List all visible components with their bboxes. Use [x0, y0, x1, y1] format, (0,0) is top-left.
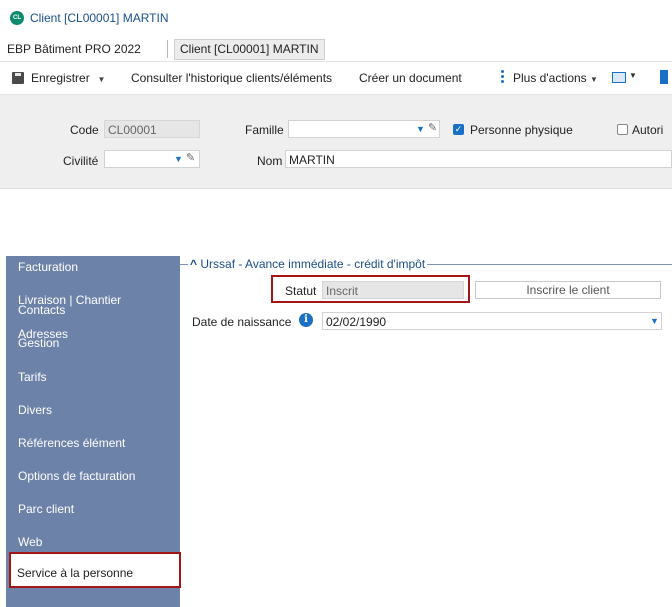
chevron-down-icon: ▼	[590, 75, 598, 84]
app-logo-icon: CL	[10, 11, 24, 25]
save-icon[interactable]	[12, 72, 24, 84]
sidebar-item-gestion[interactable]: Gestion	[18, 336, 59, 350]
nom-field[interactable]: MARTIN	[285, 150, 672, 168]
section-header[interactable]: ^ Urssaf - Avance immédiate - crédit d'i…	[188, 257, 428, 271]
code-field[interactable]: CL00001	[104, 120, 200, 138]
nom-label: Nom	[257, 154, 283, 168]
personne-physique-checkbox[interactable]: ✓	[453, 124, 464, 135]
client-header	[0, 95, 672, 189]
personne-physique-label: Personne physique	[470, 123, 573, 137]
collapse-chevron-icon[interactable]: ^	[190, 257, 197, 271]
chevron-down-icon[interactable]: ▼	[629, 71, 637, 80]
sidebar-item-parc-client[interactable]: Parc client	[18, 502, 74, 516]
more-actions-label: Plus d'actions	[513, 71, 587, 85]
sidebar-item-contacts-label[interactable]: Contacts	[18, 303, 65, 317]
civilite-label: Civilité	[63, 154, 99, 168]
book-icon[interactable]	[660, 70, 668, 84]
history-button[interactable]: Consulter l'historique clients/éléments	[131, 71, 332, 85]
date-naissance-label: Date de naissance	[192, 315, 292, 329]
sidebar-item-facturation[interactable]: Facturation	[18, 260, 78, 274]
save-button[interactable]: Enregistrer ▼	[31, 71, 105, 85]
edit-pencil-icon[interactable]: ✎	[428, 121, 437, 134]
code-label: Code	[70, 123, 99, 137]
statut-field: Inscrit	[322, 281, 464, 299]
inscrire-client-button[interactable]: Inscrire le client	[475, 281, 661, 299]
sidebar-item-web[interactable]: Web	[18, 535, 42, 549]
sidebar-item-references-element[interactable]: Références élément	[18, 436, 125, 450]
statut-label: Statut	[285, 284, 317, 298]
chevron-down-icon[interactable]: ▼	[174, 154, 183, 164]
famille-label: Famille	[245, 123, 284, 137]
window-title: Client [CL00001] MARTIN	[30, 11, 169, 25]
more-actions-icon[interactable]	[501, 70, 504, 84]
chevron-down-icon[interactable]: ▼	[650, 316, 659, 326]
grid-view-icon[interactable]	[612, 72, 626, 83]
sidebar-item-divers[interactable]: Divers	[18, 403, 52, 417]
breadcrumb-app[interactable]: EBP Bâtiment PRO 2022	[7, 42, 141, 56]
chevron-down-icon[interactable]: ▼	[416, 124, 425, 134]
sidebar-item-options-facturation[interactable]: Options de facturation	[18, 469, 135, 483]
sidebar-item-tarifs[interactable]: Tarifs	[18, 370, 47, 384]
breadcrumb-current[interactable]: Client [CL00001] MARTIN	[174, 39, 325, 60]
sidebar-item-service-personne-label[interactable]: Service à la personne	[17, 566, 133, 580]
more-actions-button[interactable]: Plus d'actions ▼	[513, 71, 598, 85]
info-icon[interactable]: i	[299, 313, 313, 327]
edit-pencil-icon[interactable]: ✎	[186, 151, 195, 164]
date-naissance-field[interactable]: 02/02/1990	[322, 312, 662, 330]
breadcrumb-separator	[167, 40, 168, 58]
section-title: Urssaf - Avance immédiate - crédit d'imp…	[200, 257, 426, 271]
save-label: Enregistrer	[31, 71, 90, 85]
autoris-checkbox[interactable]	[617, 124, 628, 135]
autoris-label: Autori	[632, 123, 664, 137]
create-document-button[interactable]: Créer un document	[359, 71, 462, 85]
chevron-down-icon[interactable]: ▼	[93, 75, 105, 84]
